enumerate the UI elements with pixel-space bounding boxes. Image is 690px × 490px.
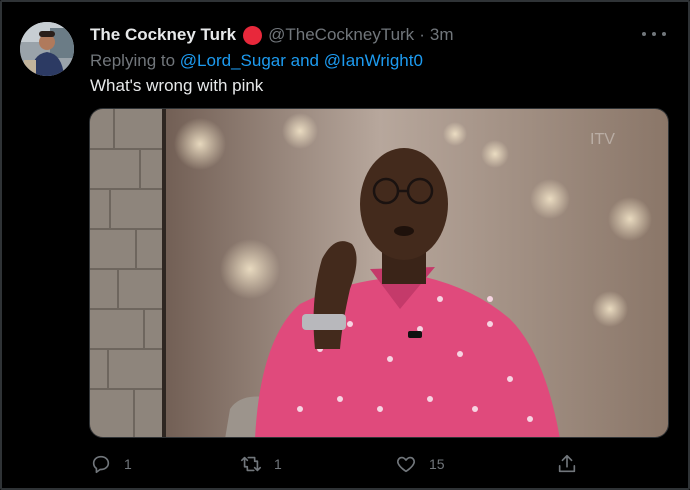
tweet-header: The Cockney Turk @TheCockneyTurk · 3m — [90, 25, 453, 45]
more-options-icon[interactable] — [642, 24, 666, 44]
user-handle[interactable]: @TheCockneyTurk — [268, 25, 414, 45]
svg-text:ITV: ITV — [590, 131, 615, 148]
tweet-text: What's wrong with pink — [90, 76, 264, 95]
timestamp[interactable]: 3m — [430, 25, 454, 45]
red-circle-icon — [243, 25, 263, 45]
mention-lord-sugar[interactable]: @Lord_Sugar — [180, 51, 286, 70]
retweet-button[interactable]: 1 — [240, 450, 282, 478]
separator-dot: · — [419, 25, 425, 44]
reply-button[interactable]: 1 — [90, 450, 132, 478]
retweet-icon — [241, 456, 261, 472]
tweet-actions: 1 1 15 — [90, 450, 590, 478]
like-count: 15 — [429, 456, 445, 472]
retweet-count: 1 — [274, 456, 282, 472]
reply-count: 1 — [124, 456, 132, 472]
avatar[interactable] — [20, 22, 74, 76]
reply-icon — [92, 455, 110, 474]
share-icon — [558, 454, 576, 473]
mention-ian-wright[interactable]: @IanWright0 — [324, 51, 423, 70]
tweet-media-image[interactable]: ITV — [89, 108, 669, 438]
replying-prefix: Replying to — [90, 51, 176, 70]
tweet-card: The Cockney Turk @TheCockneyTurk · 3m Re… — [0, 0, 690, 490]
mention-and[interactable]: and — [291, 51, 319, 70]
share-button[interactable] — [556, 450, 578, 478]
display-name[interactable]: The Cockney Turk — [90, 25, 236, 45]
replying-to: Replying to @Lord_Sugar and @IanWright0 — [90, 51, 423, 71]
heart-icon — [397, 456, 415, 473]
like-button[interactable]: 15 — [395, 450, 445, 478]
